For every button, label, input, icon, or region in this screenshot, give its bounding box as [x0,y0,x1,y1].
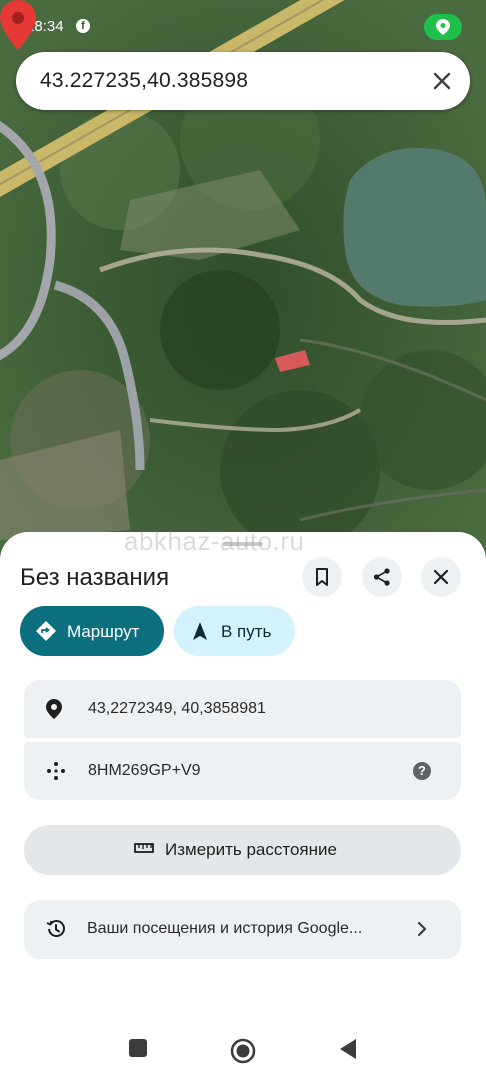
location-pin-icon [436,19,450,35]
back-button[interactable] [338,1038,358,1060]
close-icon [433,72,451,90]
share-icon [373,568,390,586]
clear-search-button[interactable] [426,65,458,97]
facebook-notification-icon: f [76,19,90,33]
chevron-right-icon [417,921,427,937]
location-pin-icon [46,699,62,719]
route-button[interactable]: Маршрут [20,606,164,656]
recents-button[interactable] [128,1038,148,1058]
measure-distance-button[interactable]: Измерить расстояние [24,825,461,875]
directions-icon [36,621,56,641]
share-button[interactable] [362,557,402,597]
measure-distance-label: Измерить расстояние [165,840,337,859]
plus-code-icon [47,762,65,780]
navigation-arrow-icon [193,622,207,640]
status-bar: 18:34 f [0,0,486,48]
place-title: Без названия [20,564,170,591]
coordinates-row[interactable]: 43,2272349, 40,3858981 [24,680,461,738]
plus-code-value: 8HM269GP+V9 [88,762,201,779]
start-label: В путь [221,622,272,641]
place-sheet: abkhaz-auto.ru Без названия Маршрут В пу… [0,526,486,1080]
map-view[interactable]: 18:34 f 43.227235,40.385898 [0,0,486,600]
home-button[interactable] [230,1038,256,1064]
search-input[interactable]: 43.227235,40.385898 [40,69,248,93]
location-active-badge [424,14,462,40]
system-navigation-bar [0,1020,486,1080]
close-icon [433,569,449,585]
start-navigation-button[interactable]: В путь [174,606,295,656]
close-sheet-button[interactable] [421,557,461,597]
visit-history-row[interactable]: Ваши посещения и история Google... [24,900,461,959]
ruler-icon [134,843,154,853]
watermark: abkhaz-auto.ru [124,526,305,556]
search-bar[interactable]: 43.227235,40.385898 [16,52,470,110]
visit-history-label: Ваши посещения и история Google... [87,920,363,937]
help-icon[interactable]: ? [413,762,431,780]
route-label: Маршрут [67,622,140,641]
save-button[interactable] [302,557,342,597]
history-icon [46,920,65,938]
map-pin-icon[interactable] [0,0,36,50]
plus-code-row[interactable]: 8HM269GP+V9 ? [24,742,461,800]
bookmark-icon [316,568,328,586]
coordinates-value: 43,2272349, 40,3858981 [88,700,266,717]
